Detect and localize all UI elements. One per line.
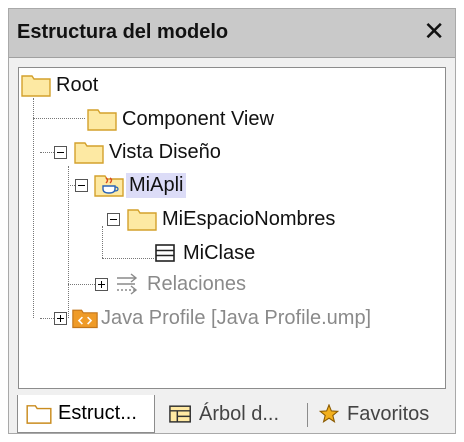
tab-estructura[interactable]: Estruct... [17, 395, 155, 433]
tree-node-label: Relaciones [147, 272, 246, 295]
tab-label: Estruct... [58, 402, 137, 424]
tree-node-miclase[interactable]: MiClase [155, 236, 255, 270]
close-icon[interactable]: ✕ [423, 18, 445, 44]
tree-node-miapli[interactable]: MiApli [94, 168, 187, 202]
tree-guide-line [40, 152, 54, 153]
diagram-tree-icon [169, 404, 191, 423]
tree-node-label: MiClase [183, 241, 256, 264]
tree-node-java-profile[interactable]: Java Profile [Java Profile.ump] [72, 301, 371, 335]
tree-guide-line [68, 284, 95, 285]
tree-node-component-view[interactable]: Component View [87, 102, 274, 136]
tab-label: Árbol d... [199, 402, 280, 425]
tab-arbol-diagramas[interactable]: Árbol d... [159, 395, 305, 433]
folder-icon [127, 209, 157, 231]
expand-toggle-relaciones[interactable] [95, 278, 108, 291]
tree-node-root[interactable]: Root [21, 68, 98, 102]
tree-node-label: Vista Diseño [109, 140, 221, 163]
panel-title: Estructura del modelo [17, 21, 229, 43]
tree-guide-line [40, 318, 54, 319]
tree-guide-line [102, 226, 103, 258]
tree-node-label: Component View [122, 107, 274, 130]
tree-node-label: MiApli [126, 172, 187, 198]
favorites-star-icon [319, 404, 339, 423]
folder-outline-icon [26, 404, 52, 424]
folder-icon [21, 75, 51, 97]
profile-package-icon [72, 309, 98, 329]
collapse-toggle-miespacio[interactable] [107, 213, 120, 226]
collapse-toggle-vista-diseno[interactable] [54, 146, 67, 159]
class-icon [155, 244, 175, 262]
model-tree[interactable]: Root Component View Vista Diseño MiApli … [18, 67, 446, 389]
tree-node-miespacionombres[interactable]: MiEspacioNombres [127, 202, 335, 236]
tree-node-label: MiEspacioNombres [162, 207, 336, 230]
folder-icon [74, 142, 104, 164]
folder-icon [87, 109, 117, 131]
tree-node-label: Java Profile [Java Profile.ump] [101, 306, 372, 329]
collapse-toggle-miapli[interactable] [75, 179, 88, 192]
expand-toggle-java-profile[interactable] [54, 312, 67, 325]
tree-guide-line [33, 118, 85, 119]
tree-guide-line [68, 185, 75, 186]
tree-node-vista-diseno[interactable]: Vista Diseño [74, 135, 221, 169]
tab-label: Favoritos [347, 402, 430, 425]
panel-tabs: Estruct... Árbol d... Favoritos [9, 395, 455, 435]
tree-guide-line [102, 258, 154, 259]
tree-node-label: Root [56, 73, 99, 96]
tree-node-relaciones[interactable]: Relaciones [115, 267, 246, 301]
model-structure-panel: Estructura del modelo ✕ Root Component V… [8, 8, 456, 434]
tab-separator [307, 403, 308, 427]
java-package-icon [94, 175, 124, 197]
tree-guide-line [68, 166, 69, 318]
panel-titlebar: Estructura del modelo ✕ [9, 9, 455, 58]
tree-guide-line [33, 98, 34, 318]
tab-favoritos[interactable]: Favoritos [313, 395, 451, 433]
relations-icon [117, 273, 138, 295]
